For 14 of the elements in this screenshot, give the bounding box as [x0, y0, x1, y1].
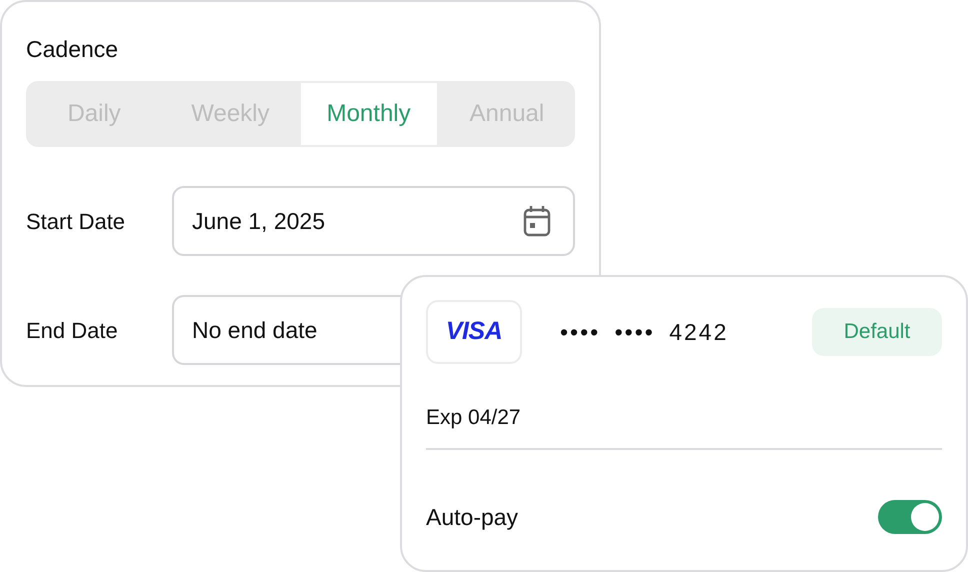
expiry-text: Exp 04/27: [426, 402, 942, 450]
field-label: End Date: [26, 316, 119, 344]
toggle-label: Auto-pay: [426, 502, 518, 532]
calendar-icon[interactable]: [523, 205, 551, 237]
autopay-toggle[interactable]: [878, 500, 942, 534]
field-label: Start Date: [26, 208, 126, 236]
field-value: No end date: [192, 316, 318, 345]
card-number: •••• •••• 4242: [560, 318, 728, 347]
date-field[interactable]: June 1, 2025: [172, 186, 575, 256]
field-value: June 1, 2025: [192, 206, 326, 236]
card-brand-logo: VISA: [426, 300, 522, 364]
cadence-option[interactable]: Monthly: [298, 81, 439, 147]
section-title: Cadence: [26, 38, 120, 61]
default-badge: Default: [812, 308, 942, 356]
